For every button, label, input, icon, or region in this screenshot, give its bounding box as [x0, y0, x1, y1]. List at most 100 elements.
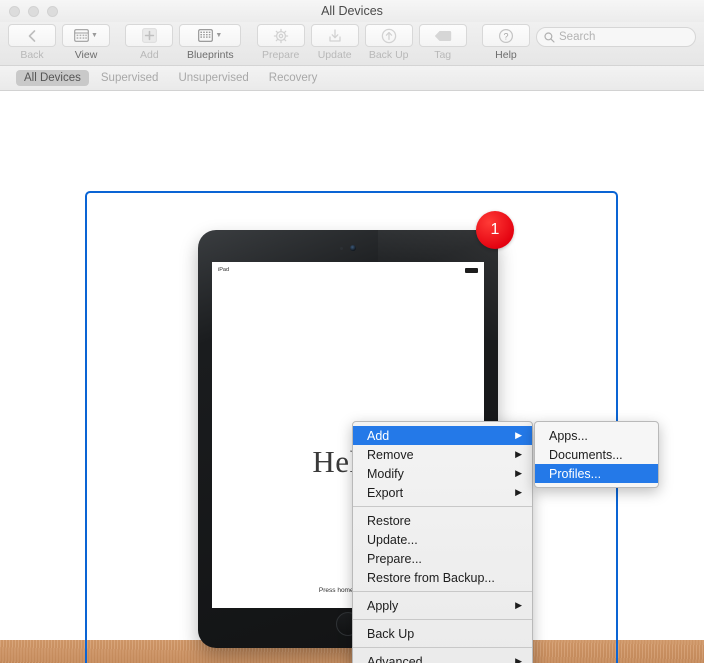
- title-bar: All Devices: [0, 0, 704, 22]
- toolbar-button-view[interactable]: ▼ View: [62, 24, 110, 61]
- toolbar-label-help: Help: [495, 49, 517, 61]
- ios-status-bar: iPad: [212, 264, 484, 276]
- update-button-face[interactable]: [310, 24, 359, 47]
- search-input[interactable]: [559, 31, 685, 43]
- submenu-item-documents[interactable]: Documents...: [535, 445, 658, 464]
- submenu-arrow-icon: ▶: [515, 600, 522, 610]
- filter-tab-recovery[interactable]: Recovery: [261, 70, 326, 86]
- tag-icon: [434, 30, 452, 42]
- toolbar-button-tag[interactable]: Tag: [418, 24, 467, 61]
- menu-item-export[interactable]: Export ▶: [353, 483, 532, 502]
- window-title: All Devices: [321, 4, 383, 18]
- menu-item-label: Prepare...: [367, 551, 422, 566]
- menu-item-label: Add: [367, 428, 390, 443]
- status-device-name: iPad: [218, 267, 230, 273]
- menu-item-advanced[interactable]: Advanced ▶: [353, 652, 532, 663]
- submenu-item-label: Documents...: [549, 447, 623, 462]
- camera-lens-icon: [350, 245, 356, 251]
- device-context-menu[interactable]: Add ▶ Remove ▶ Modify ▶ Export ▶ Restore…: [352, 421, 533, 663]
- toolbar-label-view: View: [74, 49, 98, 61]
- menu-item-label: Restore: [367, 513, 411, 528]
- back-button-face[interactable]: [8, 24, 56, 47]
- menu-item-label: Modify: [367, 466, 404, 481]
- submenu-arrow-icon: ▶: [515, 449, 522, 459]
- status-badge: 1: [476, 211, 514, 249]
- blueprint-grid-icon: [198, 29, 214, 42]
- device-canvas: iPad Hello Press home to open 1 iPad Add…: [0, 91, 704, 663]
- toolbar-label-backup: Back Up: [368, 49, 409, 61]
- chevron-down-icon[interactable]: ▼: [91, 32, 98, 39]
- menu-item-apply[interactable]: Apply ▶: [353, 596, 532, 615]
- menu-item-label: Advanced: [367, 654, 423, 663]
- search-box[interactable]: [536, 27, 696, 47]
- toolbar-label-prepare: Prepare: [261, 49, 300, 61]
- toolbar-label-add: Add: [139, 49, 159, 61]
- submenu-item-profiles[interactable]: Profiles...: [535, 464, 658, 483]
- gear-icon: [273, 28, 289, 44]
- menu-item-restore[interactable]: Restore: [353, 511, 532, 530]
- question-mark-icon: ?: [498, 28, 514, 44]
- menu-separator: [353, 647, 532, 648]
- submenu-arrow-icon: ▶: [515, 430, 522, 440]
- add-button-face[interactable]: [125, 24, 174, 47]
- submenu-item-apps[interactable]: Apps...: [535, 426, 658, 445]
- menu-item-label: Remove: [367, 447, 414, 462]
- submenu-arrow-icon: ▶: [515, 468, 522, 478]
- main-toolbar: Back ▼ View Add ▼ Blueprints Prepare Upd…: [0, 22, 704, 66]
- prepare-button-face[interactable]: [256, 24, 305, 47]
- filter-tab-supervised[interactable]: Supervised: [93, 70, 167, 86]
- submenu-arrow-icon: ▶: [515, 656, 522, 663]
- toolbar-button-blueprints[interactable]: ▼ Blueprints: [179, 24, 242, 61]
- toolbar-button-backup[interactable]: Back Up: [364, 24, 413, 61]
- tag-button-face[interactable]: [418, 24, 467, 47]
- menu-item-label: Apply: [367, 598, 399, 613]
- submenu-arrow-icon: ▶: [515, 487, 522, 497]
- blueprints-button-face[interactable]: ▼: [179, 24, 242, 47]
- battery-icon: [465, 267, 478, 273]
- toolbar-button-prepare[interactable]: Prepare: [256, 24, 305, 61]
- menu-separator: [353, 591, 532, 592]
- toolbar-button-help[interactable]: ? Help: [481, 24, 530, 61]
- filter-tab-unsupervised[interactable]: Unsupervised: [170, 70, 256, 86]
- upload-circle-icon: [381, 28, 397, 44]
- submenu-item-label: Apps...: [549, 428, 588, 443]
- back-chevron-icon: [27, 29, 38, 43]
- menu-item-label: Restore from Backup...: [367, 570, 495, 585]
- device-manager-window: All Devices Back ▼ View Add ▼ Blueprints…: [0, 0, 704, 663]
- plus-icon: [141, 28, 157, 43]
- menu-item-restore-from-backup[interactable]: Restore from Backup...: [353, 568, 532, 587]
- help-button-face[interactable]: ?: [481, 24, 530, 47]
- menu-item-update[interactable]: Update...: [353, 530, 532, 549]
- menu-item-modify[interactable]: Modify ▶: [353, 464, 532, 483]
- view-button-face[interactable]: ▼: [62, 24, 110, 47]
- add-submenu[interactable]: Apps... Documents... Profiles...: [534, 421, 659, 488]
- menu-item-add[interactable]: Add ▶: [353, 426, 532, 445]
- search-icon: [544, 31, 555, 43]
- svg-text:?: ?: [503, 31, 508, 41]
- menu-item-back-up[interactable]: Back Up: [353, 624, 532, 643]
- chevron-down-icon[interactable]: ▼: [215, 32, 222, 39]
- menu-item-prepare[interactable]: Prepare...: [353, 549, 532, 568]
- backup-button-face[interactable]: [364, 24, 413, 47]
- toolbar-label-tag: Tag: [434, 49, 452, 61]
- submenu-item-label: Profiles...: [549, 466, 602, 481]
- sensor-dot-icon: [340, 246, 343, 250]
- download-icon: [328, 28, 342, 43]
- device-filter-bar: All Devices Supervised Unsupervised Reco…: [0, 66, 704, 91]
- menu-separator: [353, 619, 532, 620]
- toolbar-button-add[interactable]: Add: [125, 24, 174, 61]
- toolbar-label-back: Back: [20, 49, 44, 61]
- menu-item-label: Update...: [367, 532, 418, 547]
- front-camera-group: [340, 245, 356, 251]
- toolbar-label-update: Update: [317, 49, 352, 61]
- toolbar-button-back[interactable]: Back: [8, 24, 56, 61]
- filter-tab-all-devices[interactable]: All Devices: [16, 70, 89, 86]
- menu-item-label: Export: [367, 485, 404, 500]
- grid-view-icon: [74, 29, 89, 42]
- menu-item-remove[interactable]: Remove ▶: [353, 445, 532, 464]
- search-field[interactable]: [536, 27, 696, 47]
- toolbar-button-update[interactable]: Update: [310, 24, 359, 61]
- toolbar-label-blueprints: Blueprints: [186, 49, 234, 61]
- menu-item-label: Back Up: [367, 626, 415, 641]
- menu-separator: [353, 506, 532, 507]
